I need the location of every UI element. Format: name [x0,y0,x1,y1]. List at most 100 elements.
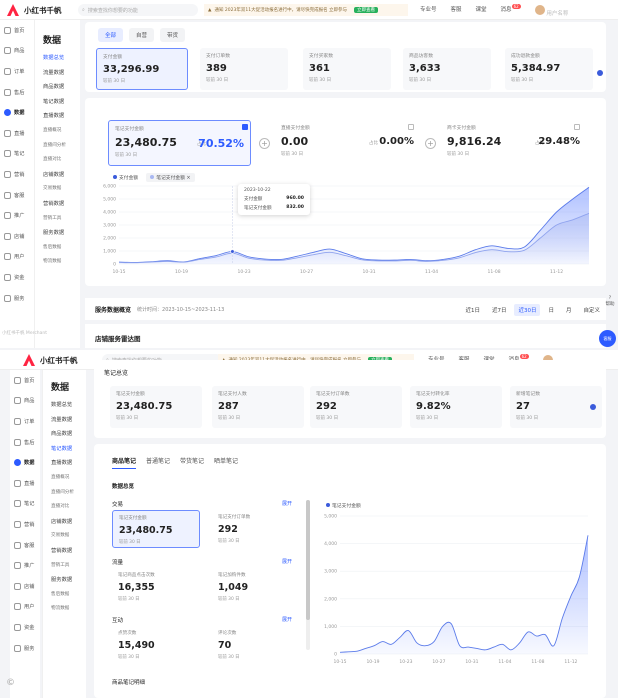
kpi-card[interactable]: 成功退款金额 5,384.97 较前 30 日 [505,48,593,90]
subnav-item[interactable]: 服务数据 [43,573,86,588]
metric-card[interactable]: 评论次数 70 较前 30 日 [212,626,300,664]
sidebar-item-9[interactable]: 推广 [10,555,40,576]
sidebar-item-10[interactable]: 店铺 [0,226,34,247]
subnav-item[interactable]: 直播对比 [43,500,86,515]
subnav-item[interactable]: 直播对比 [35,153,80,168]
subnav-item[interactable]: 营销工具 [43,559,86,574]
sidebar-item-6[interactable]: 笔记 [0,144,34,165]
subnav-item[interactable]: 流量数据 [35,66,80,81]
subnav-item[interactable]: 售后数据 [43,588,86,603]
subnav-item[interactable]: 营销数据 [43,544,86,559]
next-arrow-icon[interactable] [597,70,603,76]
subnav-item[interactable]: 物流数据 [43,602,86,617]
checkbox-icon[interactable] [574,124,580,130]
notice-button[interactable]: 立即查看 [354,7,379,13]
sidebar-item-13[interactable]: 服务 [10,638,40,659]
sidebar-item-3[interactable]: 售后 [0,82,34,103]
sidebar-item-7[interactable]: 营销 [10,514,40,535]
subnav-item[interactable]: 营销数据 [35,197,80,212]
tab-all[interactable]: 全部 [98,28,124,42]
period-option[interactable]: 近30日 [514,304,541,316]
subnav-item[interactable]: 商品数据 [43,427,86,442]
period-option[interactable]: 月 [562,304,576,316]
expand-button[interactable]: 展开 [282,616,292,623]
metric-card[interactable]: 笔记支付订单数 292 较前 30 日 [212,510,300,548]
sidebar-item-13[interactable]: 服务 [0,288,34,309]
note-kpi-card[interactable]: 笔记支付订单数 292 较前 30 日 [310,386,402,428]
kpi-card[interactable]: 商品访客数 3,633 较前 30 日 [403,48,491,90]
channel-card[interactable]: 直播支付金额 0.00 较前 30 日占比 0.00% [275,120,420,166]
payment-trend-chart[interactable]: 6,000 5,000 4,000 3,000 2,000 1,000 010-15 10-1… [95,180,595,276]
note-tab[interactable]: 普通笔记 [146,456,170,469]
tab-carry[interactable]: 带货 [160,28,186,42]
subnav-item[interactable]: 营销工具 [35,212,80,227]
period-option[interactable]: 自定义 [579,304,604,316]
subnav-item[interactable]: 物流数据 [35,255,80,270]
note-tab[interactable]: 商品笔记 [112,456,137,469]
note-kpi-card[interactable]: 新增笔记数 27 较前 30 日 [510,386,602,428]
help-button[interactable]: ? 帮助 [604,296,616,307]
subnav-item[interactable]: 售后数据 [35,241,80,256]
subnav-item[interactable]: 交易数据 [35,182,80,197]
subnav-item[interactable]: 店铺数据 [35,168,80,183]
sidebar-item-5[interactable]: 直播 [10,473,40,494]
subnav-item[interactable]: 商品数据 [35,80,80,95]
scrollbar[interactable] [306,500,310,650]
user-menu[interactable]: 用户名称 [534,5,568,17]
sidebar-item-11[interactable]: 用户 [10,597,40,618]
note-tab[interactable]: 带货笔记 [180,456,204,469]
sidebar-item-4[interactable]: 数据 [10,452,40,473]
sidebar-item-12[interactable]: 资金 [10,617,40,638]
menu-pro-account[interactable]: 专业号 [420,5,437,17]
search-input[interactable]: ⌕搜索查找你想要的功能 [78,4,198,16]
kpi-card[interactable]: 支付金额 33,296.99 较前 30 日 [96,48,188,90]
expand-button[interactable]: 展开 [282,558,292,565]
subnav-item[interactable]: 直播间分析 [35,139,80,154]
note-kpi-card[interactable]: 笔记支付人数 287 较前 30 日 [212,386,304,428]
chat-button[interactable]: 客服 [599,330,616,347]
metric-card[interactable]: 点赞次数 15,490 较前 30 日 [112,626,200,664]
sidebar-item-10[interactable]: 店铺 [10,576,40,597]
subnav-item[interactable]: 直播数据 [35,109,80,124]
tab-self[interactable]: 自营 [129,28,155,42]
note-tab[interactable]: 晒单笔记 [214,456,238,469]
subnav-item[interactable]: 服务数据 [35,226,80,241]
sidebar-item-8[interactable]: 客服 [10,535,40,556]
sidebar-item-1[interactable]: 商品 [0,41,34,62]
subnav-item[interactable]: 数据总览 [35,51,80,66]
menu-service[interactable]: 客服 [451,5,462,17]
sidebar-item-4[interactable]: 数据 [0,102,34,123]
subnav-item[interactable]: 直播概况 [43,471,86,486]
sidebar-item-12[interactable]: 资金 [0,267,34,288]
sidebar-item-2[interactable]: 订单 [0,61,34,82]
subnav-item[interactable]: 直播间分析 [43,486,86,501]
expand-button[interactable]: 展开 [282,500,292,507]
period-option[interactable]: 近7日 [488,304,511,316]
subnav-item[interactable]: 流量数据 [43,413,86,428]
sidebar-item-8[interactable]: 客服 [0,185,34,206]
app-logo[interactable]: 小红书千帆 [22,353,78,367]
notice-banner[interactable]: ▲通知 2023年双11大促活动报名进行中，请尽快完成报名 立即参与 立即查看 [204,4,408,16]
subnav-item[interactable]: 笔记数据 [43,442,86,457]
period-option[interactable]: 近1日 [461,304,484,316]
sidebar-item-2[interactable]: 订单 [10,411,40,432]
sidebar-item-11[interactable]: 用户 [0,247,34,268]
next-arrow-icon[interactable] [590,404,596,410]
kpi-card[interactable]: 支付买家数 361 较前 30 日 [303,48,391,90]
subnav-item[interactable]: 店铺数据 [43,515,86,530]
checkbox-icon[interactable] [408,124,414,130]
metric-card[interactable]: 笔记支付金额 23,480.75 较前 30 日 [112,510,200,548]
sidebar-item-6[interactable]: 笔记 [10,494,40,515]
note-kpi-card[interactable]: 笔记支付金额 23,480.75 较前 30 日 [110,386,202,428]
menu-classroom[interactable]: 课堂 [476,5,487,17]
app-logo[interactable]: 小红书千帆 [6,3,62,17]
metric-card[interactable]: 笔记加购件数 1,049 较前 30 日 [212,568,300,606]
sidebar-item-0[interactable]: 首页 [10,370,40,391]
metric-card[interactable]: 笔记商品点击次数 16,355 较前 30 日 [112,568,200,606]
legend-item[interactable]: 笔记支付金额 [326,502,361,509]
subnav-item[interactable]: 交易数据 [43,529,86,544]
subnav-item[interactable]: 数据总览 [43,398,86,413]
channel-card[interactable]: 商卡支付金额 9,816.24 较前 30 日占比 29.48% [441,120,586,166]
sidebar-item-3[interactable]: 售后 [10,432,40,453]
sidebar-item-7[interactable]: 营销 [0,164,34,185]
